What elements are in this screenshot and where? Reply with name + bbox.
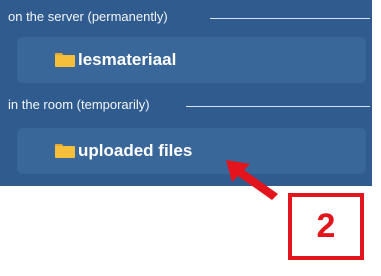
callout-box: 2	[288, 193, 364, 260]
storage-panel: on the server (permanently) lesmateriaal…	[0, 0, 372, 186]
callout-number: 2	[316, 207, 336, 245]
section-divider-server	[210, 18, 370, 19]
red-arrow-icon	[226, 160, 278, 200]
folder-label-lesmateriaal: lesmateriaal	[78, 50, 177, 69]
section-label-server: on the server (permanently)	[8, 9, 168, 24]
folder-icon	[55, 144, 75, 158]
folder-button-lesmateriaal[interactable]: lesmateriaal	[17, 37, 366, 83]
section-header-server: on the server (permanently)	[8, 9, 168, 24]
section-header-room: in the room (temporarily)	[8, 97, 150, 112]
section-label-room: in the room (temporarily)	[8, 97, 150, 112]
folder-button-uploaded-files[interactable]: uploaded files	[17, 128, 366, 174]
screenshot-stage: on the server (permanently) lesmateriaal…	[0, 0, 381, 276]
section-divider-room	[186, 106, 370, 107]
folder-label-uploaded-files: uploaded files	[78, 141, 193, 160]
folder-icon	[55, 53, 75, 67]
